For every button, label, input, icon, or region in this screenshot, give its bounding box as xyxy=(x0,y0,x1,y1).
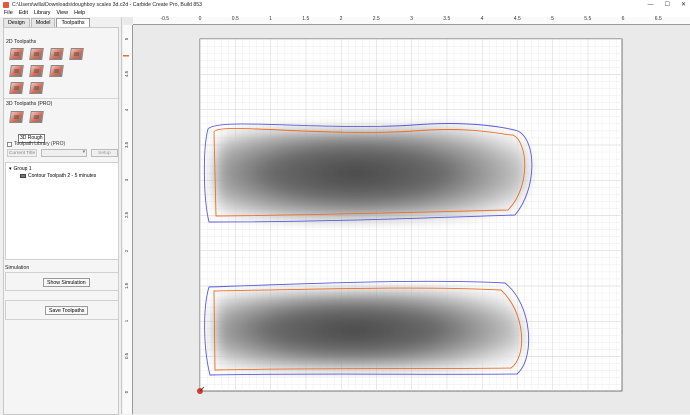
3d-rough-toolpath-icon[interactable] xyxy=(9,111,24,123)
toolpaths-2d-label: 2D Toolpaths xyxy=(6,39,37,45)
toolpath-label: Contour Toolpath 2 - 5 minutes xyxy=(28,173,97,179)
tree-toolpath-row[interactable]: Contour Toolpath 2 - 5 minutes xyxy=(20,173,96,179)
upper-part xyxy=(203,123,533,223)
tab-model[interactable]: Model xyxy=(30,18,56,27)
menu-file[interactable]: File xyxy=(4,10,13,16)
lower-part xyxy=(204,280,530,376)
toolpath-icon xyxy=(20,174,26,178)
group-label: Group 1 xyxy=(13,166,32,172)
current-title-label: Current Title xyxy=(7,149,38,157)
design-canvas[interactable] xyxy=(123,17,690,414)
lower-relief xyxy=(214,291,524,369)
title-bar: C:\Users\willa\Downloads\doughboy scales… xyxy=(0,0,690,9)
save-toolpaths-button[interactable]: Save Toolpaths xyxy=(45,306,89,315)
pocket-toolpath-icon[interactable] xyxy=(29,48,44,60)
close-button[interactable]: ✕ xyxy=(681,1,686,8)
save-box: Save Toolpaths xyxy=(5,300,119,320)
simulation-box: Show Simulation xyxy=(5,272,119,291)
canvas-area[interactable]: -0.5 0 0.5 1 1.5 2 2.5 3 3.5 4 4.5 5 5.5 6 6.5 5 4.5 4 3.… xyxy=(123,16,690,414)
current-title-select[interactable] xyxy=(41,149,88,157)
drill-toolpath-icon[interactable] xyxy=(49,48,64,60)
app-icon xyxy=(3,1,9,8)
3d-finish-toolpath-icon[interactable] xyxy=(29,111,44,123)
adaptive-toolpath-icon[interactable] xyxy=(29,65,44,77)
ruler-marker xyxy=(123,55,129,57)
advanced-vcarve-toolpath-icon[interactable] xyxy=(9,82,24,94)
toolpaths-3d-label: 3D Toolpaths (PRO) xyxy=(6,101,53,107)
show-simulation-button[interactable]: Show Simulation xyxy=(43,278,90,287)
toolpath-library-checkbox[interactable] xyxy=(7,141,12,147)
menu-library[interactable]: Library xyxy=(34,10,50,16)
window-title: C:\Users\willa\Downloads\doughboy scales… xyxy=(12,1,203,8)
setup-button[interactable]: Setup xyxy=(91,149,118,157)
menu-help[interactable]: Help xyxy=(74,10,85,16)
texture-toolpath-icon[interactable] xyxy=(9,65,24,77)
toolpath-tree: ▾ Group 1 Contour Toolpath 2 - 5 minutes xyxy=(5,162,119,260)
minimize-button[interactable]: — xyxy=(648,2,654,8)
vcarve-toolpath-icon[interactable] xyxy=(69,48,84,60)
expand-icon[interactable]: ▾ xyxy=(9,166,12,172)
tab-design[interactable]: Design xyxy=(3,18,30,27)
menu-view[interactable]: View xyxy=(56,10,68,16)
toolpath-library-label: Toolpath Library (PRO) xyxy=(14,141,66,147)
divider xyxy=(4,98,120,99)
maximize-button[interactable]: ☐ xyxy=(665,1,670,8)
menu-edit[interactable]: Edit xyxy=(19,10,28,16)
toolpath-library-row[interactable]: Toolpath Library (PRO) xyxy=(7,141,65,147)
contour-toolpath-icon[interactable] xyxy=(9,48,24,60)
tree-group-row[interactable]: ▾ Group 1 xyxy=(9,166,32,172)
upper-relief xyxy=(214,127,529,219)
thread-mill-toolpath-icon[interactable] xyxy=(29,82,44,94)
chamfer-toolpath-icon[interactable] xyxy=(49,65,64,77)
left-panel: Design Model Toolpaths 2D Toolpaths 3D T… xyxy=(0,17,122,415)
toolpaths-panel: 2D Toolpaths 3D Toolpaths (PRO) 3D Rough… xyxy=(3,27,120,415)
simulation-label: Simulation xyxy=(5,265,30,271)
origin-marker xyxy=(197,386,205,394)
